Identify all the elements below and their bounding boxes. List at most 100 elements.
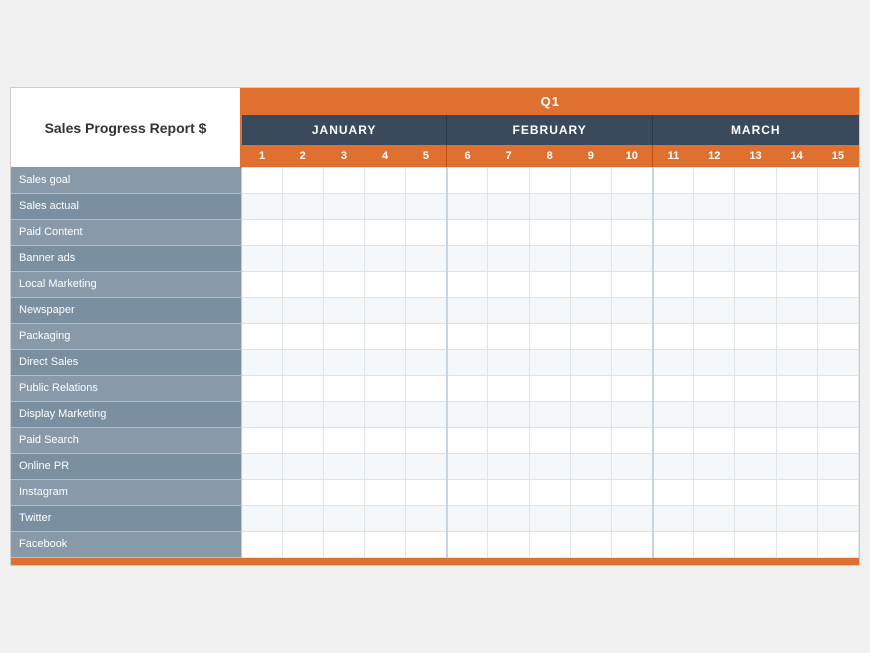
data-cell[interactable] — [406, 193, 447, 219]
data-cell[interactable] — [447, 219, 488, 245]
data-cell[interactable] — [364, 167, 405, 193]
data-cell[interactable] — [241, 271, 282, 297]
data-cell[interactable] — [570, 323, 611, 349]
data-cell[interactable] — [735, 167, 776, 193]
data-cell[interactable] — [694, 505, 735, 531]
data-cell[interactable] — [447, 505, 488, 531]
data-cell[interactable] — [570, 219, 611, 245]
data-cell[interactable] — [488, 479, 529, 505]
data-cell[interactable] — [735, 245, 776, 271]
data-cell[interactable] — [323, 167, 364, 193]
data-cell[interactable] — [406, 323, 447, 349]
data-cell[interactable] — [529, 401, 570, 427]
data-cell[interactable] — [406, 167, 447, 193]
data-cell[interactable] — [570, 349, 611, 375]
data-cell[interactable] — [529, 193, 570, 219]
data-cell[interactable] — [282, 167, 323, 193]
data-cell[interactable] — [611, 297, 652, 323]
data-cell[interactable] — [570, 193, 611, 219]
data-cell[interactable] — [406, 401, 447, 427]
data-cell[interactable] — [694, 453, 735, 479]
data-cell[interactable] — [776, 219, 817, 245]
data-cell[interactable] — [323, 349, 364, 375]
data-cell[interactable] — [735, 323, 776, 349]
data-cell[interactable] — [488, 193, 529, 219]
data-cell[interactable] — [776, 167, 817, 193]
data-cell[interactable] — [611, 349, 652, 375]
data-cell[interactable] — [776, 323, 817, 349]
data-cell[interactable] — [323, 505, 364, 531]
data-cell[interactable] — [653, 193, 694, 219]
data-cell[interactable] — [282, 271, 323, 297]
data-cell[interactable] — [282, 531, 323, 557]
data-cell[interactable] — [364, 193, 405, 219]
data-cell[interactable] — [323, 453, 364, 479]
data-cell[interactable] — [570, 505, 611, 531]
data-cell[interactable] — [694, 531, 735, 557]
data-cell[interactable] — [364, 479, 405, 505]
data-cell[interactable] — [817, 375, 858, 401]
data-cell[interactable] — [406, 479, 447, 505]
data-cell[interactable] — [529, 453, 570, 479]
data-cell[interactable] — [447, 453, 488, 479]
data-cell[interactable] — [364, 505, 405, 531]
data-cell[interactable] — [282, 193, 323, 219]
data-cell[interactable] — [611, 167, 652, 193]
data-cell[interactable] — [364, 219, 405, 245]
data-cell[interactable] — [447, 427, 488, 453]
data-cell[interactable] — [611, 323, 652, 349]
data-cell[interactable] — [406, 271, 447, 297]
data-cell[interactable] — [611, 479, 652, 505]
data-cell[interactable] — [694, 297, 735, 323]
data-cell[interactable] — [323, 323, 364, 349]
data-cell[interactable] — [488, 453, 529, 479]
data-cell[interactable] — [241, 349, 282, 375]
data-cell[interactable] — [611, 219, 652, 245]
data-cell[interactable] — [776, 297, 817, 323]
data-cell[interactable] — [817, 531, 858, 557]
data-cell[interactable] — [447, 167, 488, 193]
data-cell[interactable] — [488, 323, 529, 349]
data-cell[interactable] — [694, 167, 735, 193]
data-cell[interactable] — [282, 323, 323, 349]
data-cell[interactable] — [282, 427, 323, 453]
data-cell[interactable] — [241, 401, 282, 427]
data-cell[interactable] — [776, 245, 817, 271]
data-cell[interactable] — [817, 349, 858, 375]
data-cell[interactable] — [282, 349, 323, 375]
data-cell[interactable] — [694, 401, 735, 427]
data-cell[interactable] — [447, 271, 488, 297]
data-cell[interactable] — [282, 453, 323, 479]
data-cell[interactable] — [817, 167, 858, 193]
data-cell[interactable] — [694, 479, 735, 505]
data-cell[interactable] — [653, 245, 694, 271]
data-cell[interactable] — [323, 401, 364, 427]
data-cell[interactable] — [488, 427, 529, 453]
data-cell[interactable] — [406, 505, 447, 531]
data-cell[interactable] — [529, 375, 570, 401]
data-cell[interactable] — [364, 349, 405, 375]
data-cell[interactable] — [653, 271, 694, 297]
data-cell[interactable] — [653, 219, 694, 245]
data-cell[interactable] — [776, 271, 817, 297]
data-cell[interactable] — [570, 479, 611, 505]
data-cell[interactable] — [447, 349, 488, 375]
data-cell[interactable] — [488, 245, 529, 271]
data-cell[interactable] — [241, 479, 282, 505]
data-cell[interactable] — [241, 427, 282, 453]
data-cell[interactable] — [653, 375, 694, 401]
data-cell[interactable] — [241, 375, 282, 401]
data-cell[interactable] — [529, 219, 570, 245]
data-cell[interactable] — [406, 375, 447, 401]
data-cell[interactable] — [611, 427, 652, 453]
data-cell[interactable] — [694, 349, 735, 375]
data-cell[interactable] — [776, 401, 817, 427]
data-cell[interactable] — [241, 297, 282, 323]
data-cell[interactable] — [447, 479, 488, 505]
data-cell[interactable] — [447, 297, 488, 323]
data-cell[interactable] — [282, 245, 323, 271]
data-cell[interactable] — [653, 167, 694, 193]
data-cell[interactable] — [735, 297, 776, 323]
data-cell[interactable] — [529, 531, 570, 557]
data-cell[interactable] — [776, 505, 817, 531]
